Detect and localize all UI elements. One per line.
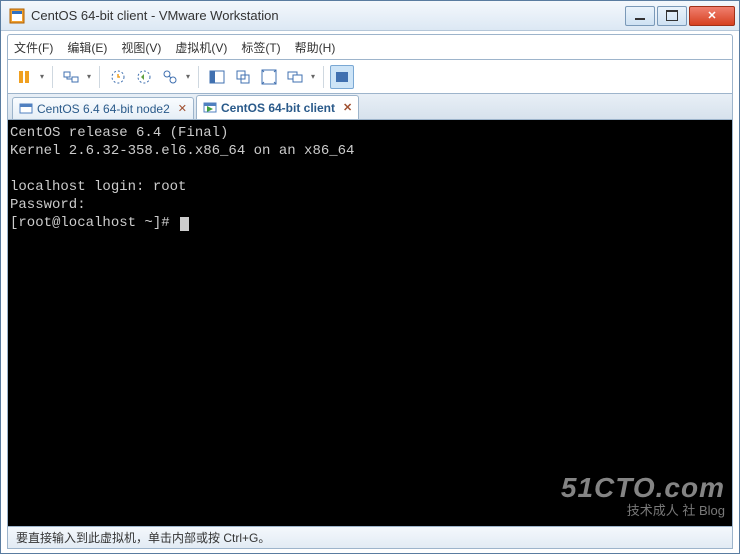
separator [99, 66, 100, 88]
cursor [180, 217, 189, 231]
tab-client[interactable]: CentOS 64-bit client ✕ [196, 95, 359, 119]
separator [52, 66, 53, 88]
console-area[interactable]: CentOS release 6.4 (Final) Kernel 2.6.32… [7, 120, 733, 527]
minimize-button[interactable] [625, 6, 655, 26]
vmware-window: CentOS 64-bit client - VMware Workstatio… [0, 0, 740, 554]
separator [198, 66, 199, 88]
window-buttons [623, 6, 735, 26]
network-dropdown[interactable]: ▾ [85, 72, 93, 81]
multimon-dropdown[interactable]: ▾ [309, 72, 317, 81]
window-title: CentOS 64-bit client - VMware Workstatio… [31, 8, 623, 23]
tabbar: CentOS 6.4 64-bit node2 ✕ CentOS 64-bit … [7, 94, 733, 120]
console-output: CentOS release 6.4 (Final) Kernel 2.6.32… [8, 120, 732, 236]
menu-file[interactable]: 文件(F) [14, 39, 53, 56]
unity-button[interactable] [231, 65, 255, 89]
fullscreen-button[interactable] [257, 65, 281, 89]
close-button[interactable] [689, 6, 735, 26]
snapshot-take-button[interactable] [106, 65, 130, 89]
toolbar: ▾ ▾ ▾ ▾ [7, 60, 733, 94]
titlebar: CentOS 64-bit client - VMware Workstatio… [1, 1, 739, 31]
tab-close-icon[interactable]: ✕ [343, 101, 352, 114]
snapshot-dropdown[interactable]: ▾ [184, 72, 192, 81]
app-icon [9, 8, 25, 24]
snapshot-revert-button[interactable] [132, 65, 156, 89]
menubar: 文件(F) 编辑(E) 视图(V) 虚拟机(V) 标签(T) 帮助(H) [7, 34, 733, 60]
tab-label: CentOS 6.4 64-bit node2 [37, 102, 170, 116]
separator [323, 66, 324, 88]
menu-view[interactable]: 视图(V) [121, 39, 161, 56]
tab-close-icon[interactable]: ✕ [178, 102, 187, 115]
vm-running-icon [203, 101, 217, 115]
network-button[interactable] [59, 65, 83, 89]
vm-icon [19, 102, 33, 116]
tab-label: CentOS 64-bit client [221, 101, 335, 115]
stretch-button[interactable] [330, 65, 354, 89]
menu-edit[interactable]: 编辑(E) [67, 39, 107, 56]
menu-vm[interactable]: 虚拟机(V) [175, 39, 227, 56]
status-text: 要直接输入到此虚拟机，单击内部或按 Ctrl+G。 [16, 529, 270, 546]
maximize-button[interactable] [657, 6, 687, 26]
multimon-button[interactable] [283, 65, 307, 89]
snapshot-manage-button[interactable] [158, 65, 182, 89]
pause-button[interactable] [12, 65, 36, 89]
pause-dropdown[interactable]: ▾ [38, 72, 46, 81]
menu-tabs[interactable]: 标签(T) [241, 39, 280, 56]
menu-help[interactable]: 帮助(H) [295, 39, 336, 56]
tab-node2[interactable]: CentOS 6.4 64-bit node2 ✕ [12, 97, 194, 119]
statusbar: 要直接输入到此虚拟机，单击内部或按 Ctrl+G。 [7, 527, 733, 549]
show-console-button[interactable] [205, 65, 229, 89]
